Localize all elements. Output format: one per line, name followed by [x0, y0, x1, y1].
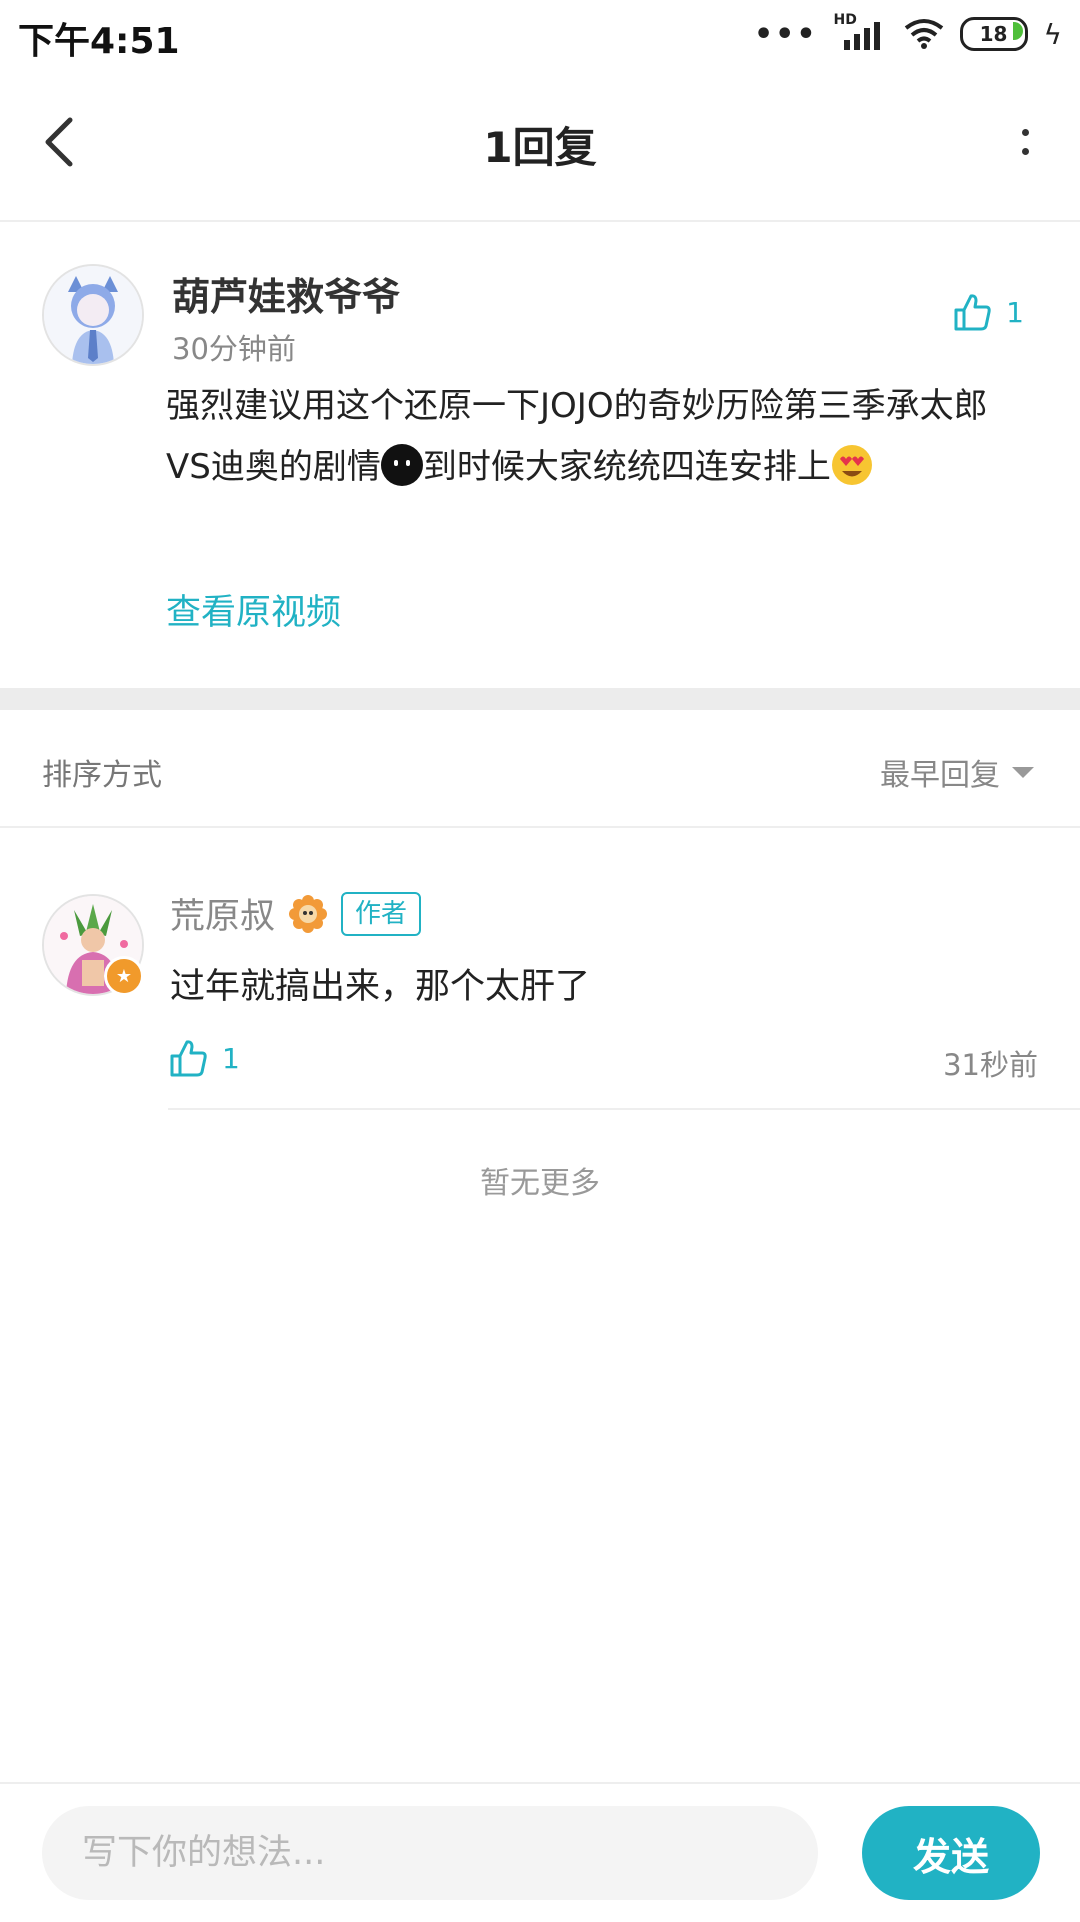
comment-time: 30分钟前 — [172, 332, 296, 366]
top-bar: 1回复 — [0, 66, 1080, 222]
comment-input-bar: 发送 — [0, 1782, 1080, 1922]
avatar[interactable] — [42, 264, 144, 366]
section-divider — [0, 688, 1080, 710]
reply-author-row: 荒原叔 作者 — [170, 888, 422, 939]
status-bar: 下午4:51 ••• HD 18 ϟ — [0, 0, 1080, 66]
more-notifications-icon: ••• — [753, 16, 818, 52]
heart-eyes-emoji-icon — [831, 445, 872, 485]
reply-text: 过年就搞出来，那个太肝了 — [170, 967, 591, 1007]
verified-badge-icon: ★ — [104, 956, 144, 996]
sort-dropdown[interactable]: 最早回复 — [880, 750, 1034, 794]
thumbs-up-icon — [170, 1040, 207, 1077]
view-original-video-link[interactable]: 查看原视频 — [166, 584, 341, 635]
reply-time: 31秒前 — [943, 1048, 1038, 1082]
comment-like-count: 1 — [1006, 295, 1024, 329]
flower-badge-icon — [289, 894, 328, 933]
comment-text-part2: 到时候大家统统四连安排上 — [422, 447, 831, 487]
sort-label: 排序方式 — [42, 758, 162, 793]
reply-like-button[interactable]: 1 — [168, 1038, 240, 1078]
reply-author[interactable]: 荒原叔 — [170, 888, 275, 939]
no-more-label: 暂无更多 — [480, 1166, 600, 1201]
smirk-emoji-icon — [380, 444, 423, 486]
page-title: 1回复 — [483, 123, 597, 172]
sort-bar: 排序方式 最早回复 — [0, 710, 1080, 828]
status-icons: ••• HD 18 ϟ — [753, 12, 1062, 54]
main-comment: 葫芦娃救爷爷 30分钟前 1 强烈建议用这个还原一下JOJO的奇妙历险第三季承太… — [0, 222, 1080, 688]
sort-value: 最早回复 — [880, 758, 1000, 793]
comment-like-button[interactable]: 1 — [952, 292, 1024, 332]
comment-text: 强烈建议用这个还原一下JOJO的奇妙历险第三季承太郎VS迪奥的剧情 到时候大家统统… — [166, 376, 1026, 498]
wifi-icon — [904, 19, 943, 49]
thumbs-up-icon — [954, 294, 991, 331]
battery-level: 18 — [979, 22, 1008, 46]
send-button[interactable]: 发送 — [862, 1806, 1040, 1900]
charging-icon: ϟ — [1043, 17, 1062, 51]
reply-item: ★ 荒原叔 作者 过年就搞出来，那个太肝了 1 31秒前 — [0, 828, 1080, 1110]
cell-signal-icon: HD — [834, 12, 888, 52]
status-time: 下午4:51 — [18, 21, 180, 62]
caret-down-icon — [1012, 766, 1034, 778]
comment-author[interactable]: 葫芦娃救爷爷 — [172, 266, 400, 321]
reply-divider — [168, 1108, 1080, 1110]
battery-icon: 18 — [959, 17, 1028, 51]
author-tag: 作者 — [341, 891, 422, 936]
network-type-label: HD — [833, 12, 857, 28]
comment-input[interactable] — [42, 1806, 818, 1900]
more-options-icon[interactable] — [1010, 110, 1040, 174]
reply-like-count: 1 — [222, 1041, 240, 1075]
